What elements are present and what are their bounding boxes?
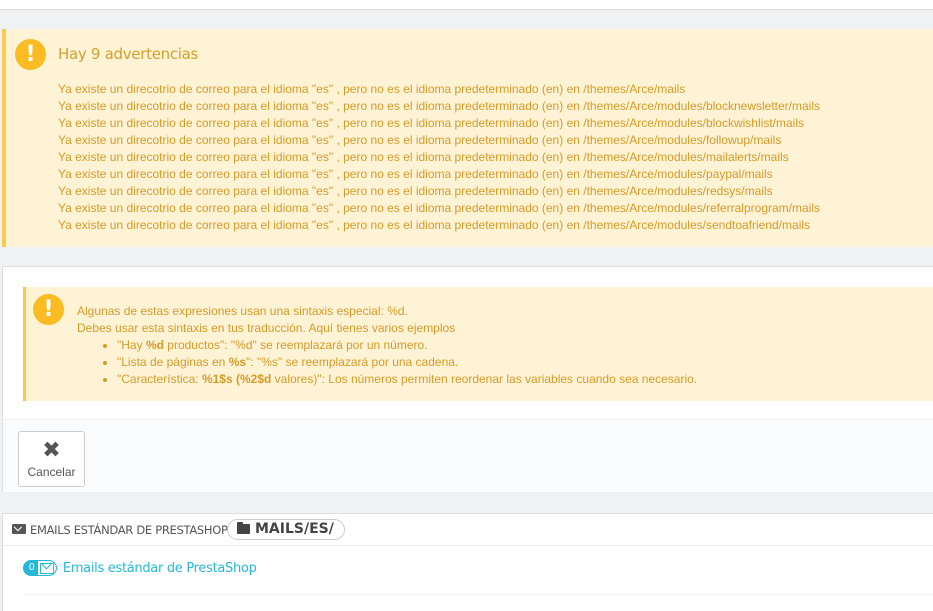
example-token: %s xyxy=(228,355,247,369)
panel-footer: ✖ Cancelar xyxy=(3,419,933,492)
example-text: ": "%s" se reemplazará por una cadena. xyxy=(246,355,459,369)
emails-panel: EMAILS ESTÁNDAR DE PRESTASHOP MAILS/ES/ … xyxy=(2,513,933,611)
examples-list: "Hay %d productos": "%d" se reemplazará … xyxy=(117,337,697,388)
syntax-info-alert: ! Algunas de estas expresiones usan una … xyxy=(23,287,933,401)
translation-panel: ! Algunas de estas expresiones usan una … xyxy=(2,266,933,492)
info-line: Debes usar esta sintaxis en tus traducci… xyxy=(77,321,456,335)
example-text: "Hay xyxy=(117,338,146,352)
cancel-label: Cancelar xyxy=(27,465,76,479)
example-text: valores)": Los números permiten reordena… xyxy=(271,372,698,386)
emails-panel-title: EMAILS ESTÁNDAR DE PRESTASHOP xyxy=(30,523,228,537)
exclamation-icon: ! xyxy=(33,294,64,325)
warning-item: Ya existe un direcotrio de correo para e… xyxy=(58,167,773,181)
cancel-button[interactable]: ✖ Cancelar xyxy=(18,431,85,487)
divider xyxy=(23,594,933,595)
warning-item: Ya existe un direcotrio de correo para e… xyxy=(58,99,821,113)
emails-panel-header: EMAILS ESTÁNDAR DE PRESTASHOP MAILS/ES/ xyxy=(3,514,933,546)
example-text: "Característica: xyxy=(117,372,202,386)
warning-item: Ya existe un direcotrio de correo para e… xyxy=(58,150,789,164)
close-icon: ✖ xyxy=(42,438,61,463)
mails-path-badge: MAILS/ES/ xyxy=(227,519,345,540)
warnings-alert: ! Hay 9 advertencias Ya existe un direco… xyxy=(2,29,933,247)
standard-emails-link-label: Emails estándar de PrestaShop xyxy=(62,560,257,576)
email-count: 0 xyxy=(29,562,35,573)
warnings-title: Hay 9 advertencias xyxy=(58,45,199,63)
envelope-icon xyxy=(37,561,56,575)
warning-item: Ya existe un direcotrio de correo para e… xyxy=(58,116,804,130)
example-text: productos": "%d" se reemplazará por un n… xyxy=(163,338,428,352)
info-line: Algunas de estas expresiones usan una si… xyxy=(77,304,408,318)
envelope-icon xyxy=(12,524,26,534)
warning-item: Ya existe un direcotrio de correo para e… xyxy=(58,218,811,232)
top-strip xyxy=(0,0,933,10)
warnings-list: Ya existe un direcotrio de correo para e… xyxy=(58,81,820,234)
warning-item: Ya existe un direcotrio de correo para e… xyxy=(58,133,782,147)
folder-icon xyxy=(237,522,250,534)
standard-emails-link[interactable]: 0 Emails estándar de PrestaShop xyxy=(23,560,257,578)
example-item: "Característica: %1$s (%2$d valores)": L… xyxy=(117,371,697,388)
warning-item: Ya existe un direcotrio de correo para e… xyxy=(58,82,686,96)
example-token: %1$s (%2$d xyxy=(201,372,272,386)
example-text: "Lista de páginas en xyxy=(117,355,229,369)
syntax-info-text: Algunas de estas expresiones usan una si… xyxy=(77,303,697,388)
example-item: "Hay %d productos": "%d" se reemplazará … xyxy=(117,337,697,354)
example-token: %d xyxy=(145,338,164,352)
email-count-badge: 0 xyxy=(23,560,57,576)
mails-path-label: MAILS/ES/ xyxy=(255,521,334,537)
warning-item: Ya existe un direcotrio de correo para e… xyxy=(58,184,773,198)
warning-item: Ya existe un direcotrio de correo para e… xyxy=(58,201,820,215)
exclamation-icon: ! xyxy=(15,39,46,70)
example-item: "Lista de páginas en %s": "%s" se reempl… xyxy=(117,354,697,371)
